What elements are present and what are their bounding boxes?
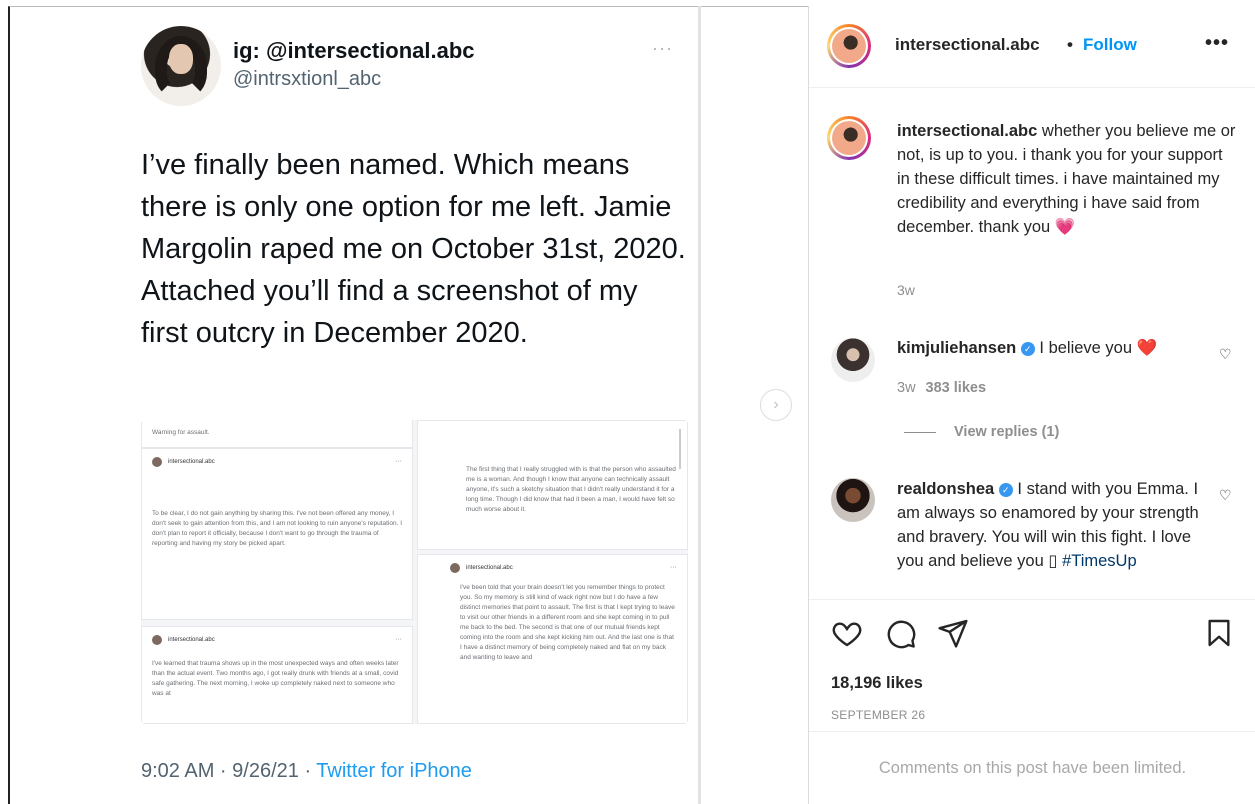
post-date: SEPTEMBER 26 xyxy=(831,708,926,722)
chevron-right-icon[interactable]: › xyxy=(760,389,792,421)
comments-limited-notice: Comments on this post have been limited. xyxy=(809,731,1255,804)
post-header: intersectional.abc • Follow ••• xyxy=(809,6,1255,88)
media-panel: The first thing that I really struggled … xyxy=(417,420,688,550)
tweet-media[interactable]: Warning for assault. intersectional.abc ·… xyxy=(141,420,688,724)
like-comment-heart-icon[interactable]: ♡ xyxy=(1219,346,1232,363)
media-panel: intersectional.abc ··· To be clear, I do … xyxy=(141,448,413,620)
share-paper-plane-icon[interactable] xyxy=(937,617,969,649)
comment-username[interactable]: realdonshea xyxy=(897,480,994,498)
likes-count[interactable]: 18,196 likes xyxy=(831,674,923,693)
tweet-meta: 9:02 AM · 9/26/21 · Twitter for iPhone xyxy=(141,760,472,783)
comment-time[interactable]: 3w xyxy=(897,380,916,396)
bookmark-icon[interactable] xyxy=(1203,617,1235,649)
comment-likes[interactable]: 383 likes xyxy=(926,380,986,396)
header-separator: • xyxy=(1067,35,1073,54)
header-username[interactable]: intersectional.abc xyxy=(895,35,1040,55)
comment-username[interactable]: kimjuliehansen xyxy=(897,339,1016,357)
tweet-handle[interactable]: @intrsxtionl_abc xyxy=(233,68,381,91)
caption-time[interactable]: 3w xyxy=(897,282,915,298)
header-avatar[interactable] xyxy=(827,24,871,68)
post-caption: intersectional.abc whether you believe m… xyxy=(897,119,1237,239)
comment-meta: 3w 383 likes xyxy=(897,380,986,396)
verified-badge-icon: ✓ xyxy=(998,483,1013,497)
tweet-card: ig: @intersectional.abc @intrsxtionl_abc… xyxy=(10,8,700,804)
verified-badge-icon: ✓ xyxy=(1020,342,1035,356)
column-divider xyxy=(698,6,701,804)
ellipsis-icon[interactable]: ··· xyxy=(652,38,673,59)
tweet-text: I’ve finally been named. Which means the… xyxy=(141,149,686,349)
media-panel: Warning for assault. xyxy=(141,420,413,448)
missing-glyph: ▯ xyxy=(1048,552,1058,570)
comment-text: kimjuliehansen ✓ I believe you ❤️ xyxy=(897,339,1158,357)
comment-text: realdonshea ✓ I stand with you Emma. I a… xyxy=(897,480,1199,570)
like-heart-icon[interactable] xyxy=(831,617,863,649)
media-panel: intersectional.abc ··· I've learned that … xyxy=(141,626,413,724)
post-actions: 18,196 likes SEPTEMBER 26 xyxy=(809,599,1255,731)
media-panel: intersectional.abc ··· I've been told tha… xyxy=(417,554,688,724)
comment-avatar[interactable] xyxy=(831,478,875,522)
follow-button[interactable]: Follow xyxy=(1083,35,1137,55)
caption-username[interactable]: intersectional.abc xyxy=(897,122,1037,140)
view-replies-button[interactable]: View replies (1) xyxy=(904,424,1059,440)
tweet-display-name[interactable]: ig: @intersectional.abc xyxy=(233,38,475,64)
caption-avatar[interactable] xyxy=(827,116,871,160)
hashtag-link[interactable]: #TimesUp xyxy=(1062,552,1137,570)
tweet-avatar[interactable] xyxy=(141,26,221,106)
instagram-post-panel: intersectional.abc • Follow ••• intersec… xyxy=(808,6,1255,804)
tweet-timestamp: 9:02 AM · 9/26/21 · xyxy=(141,760,317,782)
like-comment-heart-icon[interactable]: ♡ xyxy=(1219,487,1232,504)
tweet-source-link[interactable]: Twitter for iPhone xyxy=(316,760,472,782)
comment-avatar[interactable] xyxy=(831,338,875,382)
comment-bubble-icon[interactable] xyxy=(885,617,917,649)
more-options-icon[interactable]: ••• xyxy=(1205,32,1229,55)
